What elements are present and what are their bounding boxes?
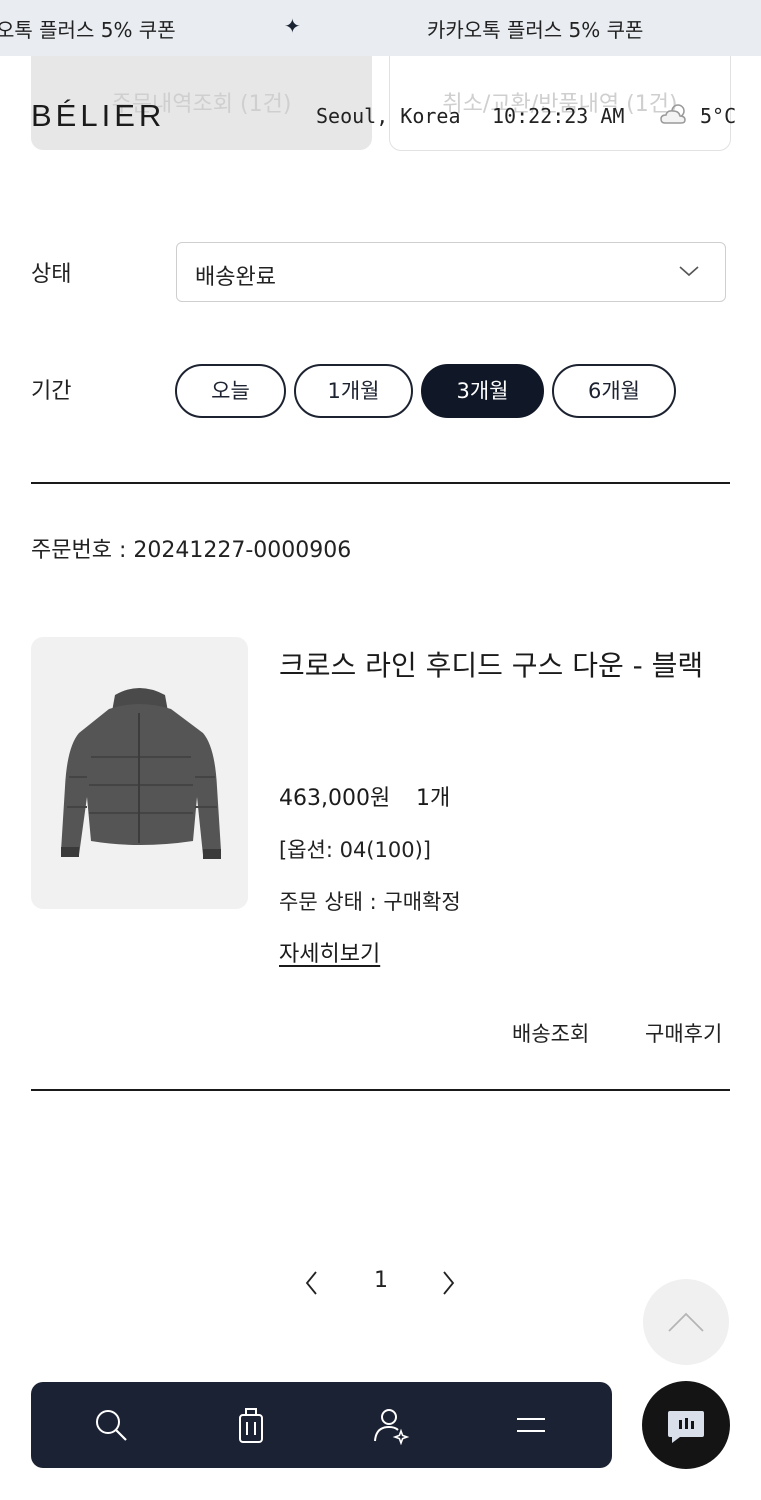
menu-icon[interactable] [511, 1405, 551, 1445]
write-review-button[interactable]: 구매후기 [645, 1018, 722, 1048]
scroll-top-button[interactable] [643, 1279, 729, 1365]
clock-text: 10:22:23 AM [492, 104, 625, 128]
view-details-link[interactable]: 자세히보기 [279, 936, 380, 968]
period-6month-button[interactable]: 6개월 [552, 364, 676, 418]
promo-marquee[interactable]: 오톡 플러스 5% 쿠폰 ✦ 카카오톡 플러스 5% 쿠폰 [0, 0, 761, 56]
status-label: 상태 [31, 262, 72, 287]
my-account-icon[interactable] [371, 1405, 411, 1446]
order-number: 주문번호 : 20241227-0000906 [31, 538, 352, 563]
down-jacket-image [61, 688, 221, 859]
period-today-button[interactable]: 오늘 [175, 364, 286, 418]
track-delivery-button[interactable]: 배송조회 [512, 1018, 589, 1048]
location-text: Seoul, Korea [316, 104, 461, 128]
promo-text: 오톡 플러스 5% 쿠폰 [0, 18, 176, 42]
partly-cloudy-icon [659, 102, 691, 126]
order-status: 주문 상태 : 구매확정 [279, 890, 461, 914]
product-name[interactable]: 크로스 라인 후디드 구스 다운 - 블랙 [279, 643, 729, 689]
product-quantity: 1개 [416, 786, 451, 811]
divider [31, 482, 730, 484]
period-3month-button[interactable]: 3개월 [421, 364, 544, 418]
chat-button[interactable] [642, 1381, 730, 1469]
brand-logo[interactable]: BÉLIER [31, 98, 165, 134]
chevron-right-icon [443, 1271, 455, 1295]
chevron-down-icon [679, 266, 699, 277]
sparkle-icon: ✦ [284, 14, 301, 38]
next-page-button[interactable] [436, 1268, 460, 1298]
chat-icon [668, 1411, 704, 1443]
search-icon[interactable] [91, 1405, 131, 1445]
period-1month-button[interactable]: 1개월 [294, 364, 413, 418]
status-select[interactable]: 배송완료 [176, 242, 726, 302]
prev-page-button[interactable] [300, 1268, 324, 1298]
bottom-nav [31, 1382, 612, 1468]
shopping-bag-icon[interactable] [231, 1405, 271, 1445]
promo-text: 카카오톡 플러스 5% 쿠폰 [427, 18, 644, 42]
product-option: [옵션: 04(100)] [279, 838, 431, 862]
product-price: 463,000원 [279, 786, 391, 811]
chevron-left-icon [305, 1271, 317, 1295]
product-thumbnail[interactable] [31, 637, 248, 909]
period-label: 기간 [31, 379, 72, 404]
page-number[interactable]: 1 [374, 1268, 388, 1293]
temperature-text: 5°C [700, 104, 737, 128]
chevron-up-icon [668, 1312, 704, 1332]
divider [31, 1089, 730, 1091]
status-select-value: 배송완료 [195, 265, 276, 290]
